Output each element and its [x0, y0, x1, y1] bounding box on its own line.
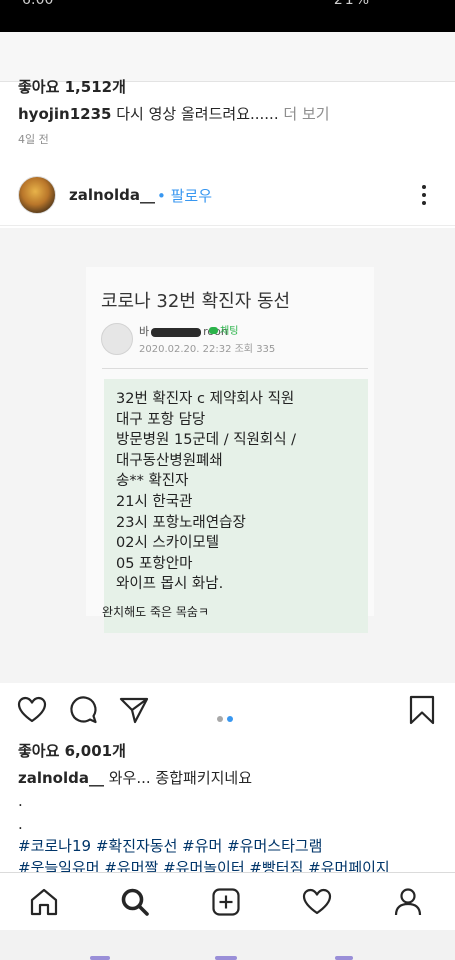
carousel-indicator	[217, 707, 237, 726]
system-recent-hint[interactable]	[335, 956, 353, 960]
system-home-hint[interactable]	[215, 956, 237, 960]
status-time: 6:00	[22, 0, 54, 8]
bottom-nav	[0, 872, 455, 930]
heart-icon[interactable]	[16, 694, 48, 726]
activity-heart-icon[interactable]	[301, 886, 333, 918]
card-author-avatar	[101, 323, 133, 355]
news-card: 코로나 32번 확진자 동선 바roon 채팅 2020.02.20. 22:3…	[86, 267, 374, 633]
carousel-dot-active	[227, 716, 233, 722]
search-icon[interactable]	[119, 886, 151, 918]
previous-post-caption-text: 다시 영상 올려드려요......	[111, 105, 279, 123]
caption-username[interactable]: zalnolda__	[18, 769, 104, 787]
app-top-bar	[0, 32, 455, 82]
route-line: 방문병원 15군데 / 직원회식 /	[116, 432, 297, 449]
card-footnote: 완치해도 죽은 목숨ㅋ	[102, 605, 209, 619]
route-line: 송** 확진자	[116, 473, 189, 490]
carousel-dot	[217, 716, 223, 722]
avatar[interactable]	[18, 176, 56, 214]
status-battery: 21%	[333, 0, 371, 8]
system-back-hint[interactable]	[90, 956, 110, 960]
post-caption: zalnolda__ 와우... 종합패키지네요	[18, 767, 252, 788]
previous-post-likes[interactable]: 좋아요 1,512개	[18, 76, 126, 97]
post-header: zalnolda__ • 팔로우	[0, 170, 455, 226]
route-line: 05 포항안마	[116, 555, 193, 572]
bookmark-icon[interactable]	[406, 694, 438, 726]
previous-post-caption: hyojin1235 다시 영상 올려드려요...... 더 보기	[18, 103, 330, 124]
route-line: 와이프 몹시 화남.	[116, 576, 224, 593]
route-line: 02시 스카이모텔	[116, 535, 220, 552]
profile-icon[interactable]	[392, 886, 424, 918]
chat-badge: 채팅	[209, 322, 238, 337]
route-line: 대구 포항 담당	[116, 411, 206, 428]
route-line: 23시 포항노래연습장	[116, 514, 246, 531]
home-icon[interactable]	[28, 886, 60, 918]
hashtags: #코로나19 #확진자동선 #유머 #유머스타그램 #웃늘일유머 #유머짤 #유…	[18, 835, 438, 875]
redaction-scribble	[151, 327, 202, 337]
card-author-prefix: 바	[139, 325, 150, 338]
route-line: 32번 확진자 c 제약회사 직원	[116, 391, 295, 407]
post-username[interactable]: zalnolda__	[69, 186, 155, 204]
more-link[interactable]: 더 보기	[279, 105, 329, 123]
caption-dot: .	[18, 792, 23, 810]
news-card-title: 코로나 32번 확진자 동선	[101, 291, 291, 312]
chat-badge-label: 채팅	[220, 326, 239, 337]
chat-icon	[209, 327, 218, 334]
route-line: 대구동산병원폐쇄	[116, 452, 223, 469]
previous-post-timestamp: 4일 전	[18, 133, 49, 146]
system-nav-bar	[0, 930, 455, 960]
previous-post-username[interactable]: hyojin1235	[18, 105, 111, 123]
add-post-icon[interactable]	[210, 886, 242, 918]
route-line: 21시 한국관	[116, 493, 193, 510]
status-bar: 6:00 21%	[0, 0, 455, 32]
more-options-icon[interactable]	[412, 182, 436, 208]
post-actions	[0, 690, 455, 734]
follow-button[interactable]: • 팔로우	[157, 185, 212, 206]
paper-plane-icon[interactable]	[118, 694, 150, 726]
post-image[interactable]: 코로나 32번 확진자 동선 바roon 채팅 2020.02.20. 22:3…	[0, 228, 455, 683]
post-likes[interactable]: 좋아요 6,001개	[18, 740, 126, 761]
hashtag-line[interactable]: #코로나19 #확진자동선 #유머 #유머스타그램	[18, 835, 438, 857]
caption-dot: .	[18, 815, 23, 833]
route-box: 32번 확진자 c 제약회사 직원 대구 포항 담당 방문병원 15군데 / 직…	[104, 379, 368, 633]
comment-icon[interactable]	[67, 694, 99, 726]
caption-text: 와우... 종합패키지네요	[103, 769, 253, 787]
card-meta: 2020.02.20. 22:32 조회 335	[139, 344, 276, 355]
card-divider	[102, 368, 368, 369]
